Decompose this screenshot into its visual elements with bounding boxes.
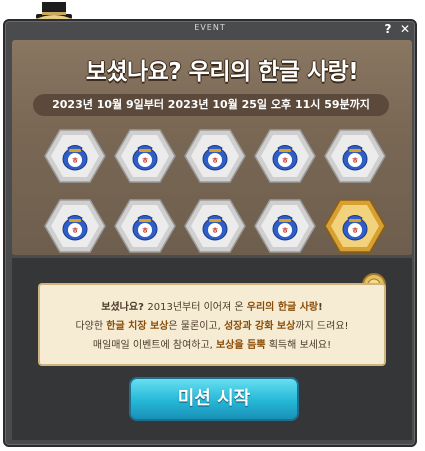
svg-text:ㅎ: ㅎ bbox=[141, 226, 148, 235]
reward-tile-9[interactable]: ㅎ bbox=[254, 198, 316, 254]
svg-text:ㅎ: ㅎ bbox=[211, 156, 218, 165]
reward-tile-4[interactable]: ㅎ bbox=[254, 128, 316, 184]
svg-text:ㅎ: ㅎ bbox=[211, 226, 218, 235]
start-mission-button[interactable]: 미션 시작 bbox=[129, 377, 299, 421]
svg-text:ㅎ: ㅎ bbox=[351, 156, 358, 165]
close-button[interactable]: ✕ bbox=[399, 23, 411, 35]
event-description: 보셨나요? 2013년부터 이어져 온 우리의 한글 사랑! 다양한 한글 치장… bbox=[38, 283, 386, 366]
title-bar: EVENT bbox=[6, 22, 414, 36]
reward-tile-5[interactable]: ㅎ bbox=[324, 128, 386, 184]
description-line-1: 보셨나요? 2013년부터 이어져 온 우리의 한글 사랑! bbox=[101, 302, 323, 313]
svg-text:ㅎ: ㅎ bbox=[71, 156, 78, 165]
description-line-2: 다양한 한글 치장 보상은 물론이고, 성장과 강화 보상까지 드려요! bbox=[75, 321, 349, 332]
reward-tile-3[interactable]: ㅎ bbox=[184, 128, 246, 184]
reward-tile-6[interactable]: ㅎ bbox=[44, 198, 106, 254]
event-date-range: 2023년 10월 9일부터 2023년 10월 25일 오후 11시 59분까… bbox=[33, 94, 389, 116]
svg-text:ㅎ: ㅎ bbox=[281, 226, 288, 235]
help-button[interactable]: ? bbox=[382, 23, 394, 35]
window-title: EVENT bbox=[194, 23, 226, 32]
svg-text:ㅎ: ㅎ bbox=[281, 156, 288, 165]
reward-tile-10[interactable]: ㅎ bbox=[324, 198, 386, 254]
reward-tile-1[interactable]: ㅎ bbox=[44, 128, 106, 184]
description-line-3: 매일매일 이벤트에 참여하고, 보상을 듬뿍 획득해 보세요! bbox=[92, 340, 332, 351]
svg-text:ㅎ: ㅎ bbox=[351, 226, 358, 235]
reward-tile-2[interactable]: ㅎ bbox=[114, 128, 176, 184]
reward-tile-7[interactable]: ㅎ bbox=[114, 198, 176, 254]
svg-text:ㅎ: ㅎ bbox=[71, 226, 78, 235]
svg-text:ㅎ: ㅎ bbox=[141, 156, 148, 165]
reward-tile-8[interactable]: ㅎ bbox=[184, 198, 246, 254]
event-heading: 보셨나요? 우리의 한글 사랑! bbox=[85, 59, 359, 85]
